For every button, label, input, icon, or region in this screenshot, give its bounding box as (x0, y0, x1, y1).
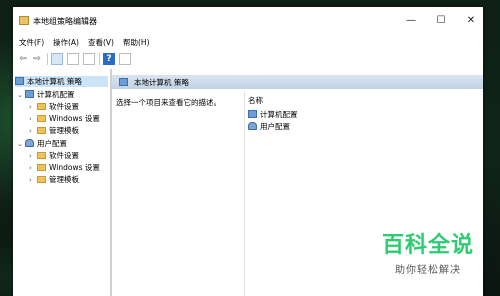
tree-user-admin[interactable]: › 管理模板 (29, 174, 79, 185)
expand-arrow-icon[interactable]: › (29, 102, 37, 113)
tree-user-software[interactable]: › 软件设置 (29, 150, 79, 161)
menu-file[interactable]: 文件(F) (19, 37, 44, 48)
tree-computer-software[interactable]: › 软件设置 (29, 101, 79, 112)
expand-arrow-icon[interactable]: › (29, 163, 37, 174)
window-title: 本地组策略编辑器 (33, 17, 97, 26)
user-icon (25, 139, 34, 147)
title-bar: 本地组策略编辑器 — ☐ ✕ (13, 7, 483, 35)
close-button[interactable]: ✕ (461, 13, 481, 29)
computer-icon (248, 110, 257, 118)
list-item-computer-config[interactable]: 计算机配置 (248, 109, 298, 121)
app-icon (19, 16, 29, 25)
expand-arrow-icon[interactable]: › (29, 151, 37, 162)
export-list-icon[interactable] (83, 53, 95, 65)
expand-arrow-icon[interactable]: › (29, 175, 37, 186)
tree-user-config[interactable]: ⌄ 用户配置 (17, 138, 67, 149)
column-divider (244, 91, 245, 296)
toolbar: ⇦ ⇨ ? (13, 49, 483, 69)
gpedit-window: 本地组策略编辑器 — ☐ ✕ 文件(F) 操作(A) 查看(V) 帮助(H) ⇦… (13, 7, 483, 296)
pane-header: 本地计算机 策略 (112, 75, 483, 89)
tree-root[interactable]: 本地计算机 策略 (15, 76, 108, 87)
menu-view[interactable]: 查看(V) (88, 37, 114, 48)
toolbar-separator (47, 53, 48, 65)
folder-icon (37, 115, 46, 122)
folder-icon (37, 103, 46, 110)
menu-action[interactable]: 操作(A) (53, 37, 79, 48)
collapse-arrow-icon[interactable]: ⌄ (17, 139, 25, 150)
watermark: 百科全说 助你轻松解决 (378, 227, 478, 276)
expand-arrow-icon[interactable]: › (29, 114, 37, 125)
computer-icon (25, 90, 34, 98)
description-text: 选择一个项目来查看它的描述。 (116, 98, 221, 107)
tree-computer-config[interactable]: ⌄ 计算机配置 (17, 89, 75, 100)
minimize-button[interactable]: — (401, 13, 421, 29)
collapse-arrow-icon[interactable]: ⌄ (17, 90, 25, 101)
watermark-title: 百科全说 (381, 233, 474, 258)
folder-icon (37, 176, 46, 183)
properties-icon[interactable] (67, 53, 79, 65)
column-header-name[interactable]: 名称 (248, 95, 263, 106)
list-item-user-config[interactable]: 用户配置 (248, 121, 298, 133)
tree-pane: 本地计算机 策略 ⌄ 计算机配置 › 软件设置 › Windows 设置 › 管理模板 … (13, 69, 112, 296)
menu-help[interactable]: 帮助(H) (123, 37, 150, 48)
computer-policy-icon (119, 78, 128, 86)
tree-user-windows[interactable]: › Windows 设置 (29, 162, 100, 173)
items-list: 计算机配置 用户配置 (248, 109, 298, 133)
tree-computer-admin[interactable]: › 管理模板 (29, 125, 79, 136)
show-hide-tree-icon[interactable] (51, 53, 63, 65)
folder-icon (37, 164, 46, 171)
expand-arrow-icon[interactable]: › (29, 126, 37, 137)
computer-policy-icon (15, 77, 24, 85)
toolbar-separator (99, 53, 100, 65)
tree-computer-windows[interactable]: › Windows 设置 (29, 113, 100, 124)
menu-bar: 文件(F) 操作(A) 查看(V) 帮助(H) (13, 35, 483, 49)
folder-icon (37, 127, 46, 134)
help-icon[interactable]: ? (103, 53, 115, 65)
folder-icon (37, 152, 46, 159)
filter-icon[interactable] (119, 53, 131, 65)
maximize-button[interactable]: ☐ (431, 13, 451, 29)
watermark-subtitle: 助你轻松解决 (395, 265, 461, 276)
forward-icon[interactable]: ⇨ (31, 53, 43, 65)
user-icon (248, 122, 257, 130)
back-icon[interactable]: ⇦ (17, 53, 29, 65)
pane-header-title: 本地计算机 策略 (134, 78, 189, 87)
